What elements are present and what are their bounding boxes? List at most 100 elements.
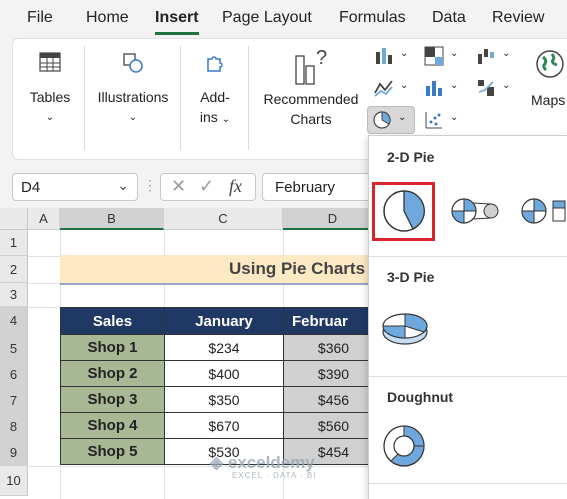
row-header-10[interactable]: 10 xyxy=(0,466,28,496)
globe-icon xyxy=(536,50,564,78)
section-divider xyxy=(369,483,567,484)
watermark: ◈ exceldemy EXCEL · DATA · BI xyxy=(210,453,316,480)
chevron-down-icon: ⌄ xyxy=(400,80,409,91)
chevron-down-icon: ⌄ xyxy=(502,80,511,91)
row-header-8[interactable]: 8 xyxy=(0,414,28,440)
row-header-5[interactable]: 5 xyxy=(0,335,28,362)
combo-chart-button[interactable]: ⌄ xyxy=(474,76,514,100)
watermark-name: exceldemy xyxy=(227,453,315,472)
recommended-charts-label-line2: Charts xyxy=(290,111,332,127)
row-header-7[interactable]: 7 xyxy=(0,388,28,414)
chevron-down-icon: ⌄ xyxy=(45,112,55,123)
cancel-icon[interactable]: ✕ xyxy=(171,176,186,197)
tab-home[interactable]: Home xyxy=(86,9,129,27)
shapes-icon xyxy=(123,53,143,73)
shop-cell[interactable]: Shop 1 xyxy=(60,334,165,361)
tab-file[interactable]: File xyxy=(27,9,53,27)
chevron-down-icon[interactable]: ⌄ xyxy=(117,177,129,194)
column-chart-button[interactable]: ⌄ xyxy=(372,44,412,68)
row-header-3[interactable]: 3 xyxy=(0,283,28,307)
combo-chart-icon xyxy=(478,80,494,96)
chevron-down-icon: ⌄ xyxy=(450,112,459,123)
watermark-tagline: EXCEL · DATA · BI xyxy=(232,471,317,480)
sheet-title: Using Pie Charts xyxy=(229,259,366,278)
chevron-down-icon: ⌄ xyxy=(398,112,407,123)
recommended-charts-button[interactable]: ? Recommended Charts xyxy=(256,44,366,134)
more-icon[interactable]: ⋮ xyxy=(143,177,157,199)
tab-data[interactable]: Data xyxy=(432,9,466,27)
maps-button[interactable]: Maps xyxy=(526,46,567,126)
active-tab-indicator xyxy=(155,32,199,35)
table-row: Shop 2 $400 $390 xyxy=(60,360,384,387)
header-january[interactable]: January xyxy=(164,307,284,335)
illustrations-label: Illustrations xyxy=(97,89,169,105)
scatter-chart-button[interactable]: ⌄ xyxy=(422,108,462,132)
sales-table: Sales January Februar Shop 1 $234 $360 S… xyxy=(60,307,384,465)
section-divider xyxy=(369,376,567,377)
row-header-2[interactable]: 2 xyxy=(0,256,28,283)
header-sales[interactable]: Sales xyxy=(60,307,165,335)
formula-bar-value: February xyxy=(275,179,336,196)
sheet-title-cell[interactable]: Using Pie Charts xyxy=(60,255,370,283)
january-cell[interactable]: $350 xyxy=(164,386,284,413)
hierarchy-chart-button[interactable]: ⌄ xyxy=(422,44,462,68)
tables-button[interactable]: Tables ⌄ xyxy=(22,48,78,128)
group-divider xyxy=(248,46,249,150)
january-cell[interactable]: $670 xyxy=(164,412,284,439)
waterfall-chart-button[interactable]: ⌄ xyxy=(474,44,514,68)
tab-review[interactable]: Review xyxy=(492,9,544,27)
statistic-chart-button[interactable]: ⌄ xyxy=(422,76,462,100)
line-chart-icon xyxy=(374,80,393,97)
row-header-6[interactable]: 6 xyxy=(0,362,28,388)
chevron-down-icon: ⌄ xyxy=(128,112,138,123)
pie-option-icon[interactable] xyxy=(382,189,426,233)
pie-of-pie-option-icon[interactable] xyxy=(451,196,501,226)
excel-window: File Home Insert Page Layout Formulas Da… xyxy=(0,0,567,499)
line-chart-button[interactable]: ⌄ xyxy=(372,76,412,100)
shop-cell[interactable]: Shop 5 xyxy=(60,438,165,465)
illustrations-button[interactable]: Illustrations ⌄ xyxy=(92,48,174,128)
table-icon xyxy=(39,52,61,72)
row-header-9[interactable]: 9 xyxy=(0,440,28,466)
pie-chart-icon xyxy=(373,111,391,129)
chevron-down-icon: ⌄ xyxy=(450,48,459,59)
tables-label: Tables xyxy=(29,89,71,105)
section-3d-pie: 3-D Pie xyxy=(387,269,435,285)
row-header-1[interactable]: 1 xyxy=(0,230,28,256)
group-divider xyxy=(84,46,85,150)
insert-function-icon[interactable]: fx xyxy=(229,176,242,197)
section-divider xyxy=(369,256,567,257)
january-cell[interactable]: $234 xyxy=(164,334,284,361)
addins-label-line1: Add- xyxy=(200,89,230,105)
column-header-b[interactable]: B xyxy=(60,208,164,230)
row-header-4[interactable]: 4 xyxy=(0,307,28,335)
section-2d-pie: 2-D Pie xyxy=(387,149,435,165)
column-header-a[interactable]: A xyxy=(28,208,60,230)
doughnut-option-icon[interactable] xyxy=(381,423,427,469)
shop-cell[interactable]: Shop 3 xyxy=(60,386,165,413)
chevron-down-icon: ⌄ xyxy=(502,48,511,59)
check-icon[interactable]: ✓ xyxy=(199,176,214,197)
shop-cell[interactable]: Shop 2 xyxy=(60,360,165,387)
addins-button[interactable]: Add- ins ⌄ xyxy=(188,48,242,128)
maps-label: Maps xyxy=(531,92,566,108)
recommended-charts-label-line1: Recommended xyxy=(263,91,359,107)
hierarchy-chart-icon xyxy=(424,46,444,66)
select-all-corner[interactable] xyxy=(0,208,28,230)
section-doughnut: Doughnut xyxy=(387,389,454,405)
column-header-c[interactable]: C xyxy=(164,208,283,230)
tab-formulas[interactable]: Formulas xyxy=(339,9,406,27)
name-box[interactable]: D4 ⌄ xyxy=(12,173,138,201)
pie-chart-button[interactable]: ⌄ xyxy=(367,106,415,134)
bar-of-pie-option-icon[interactable] xyxy=(521,196,567,226)
watermark-logo-icon: ◈ xyxy=(210,453,224,472)
3d-pie-option-icon[interactable] xyxy=(380,310,430,350)
scatter-chart-icon xyxy=(425,112,442,129)
tab-page-layout[interactable]: Page Layout xyxy=(222,9,312,27)
shop-cell[interactable]: Shop 4 xyxy=(60,412,165,439)
name-box-value: D4 xyxy=(21,179,41,196)
formula-bar[interactable]: February xyxy=(262,173,382,201)
group-divider xyxy=(180,46,181,150)
tab-insert[interactable]: Insert xyxy=(155,9,199,27)
january-cell[interactable]: $400 xyxy=(164,360,284,387)
